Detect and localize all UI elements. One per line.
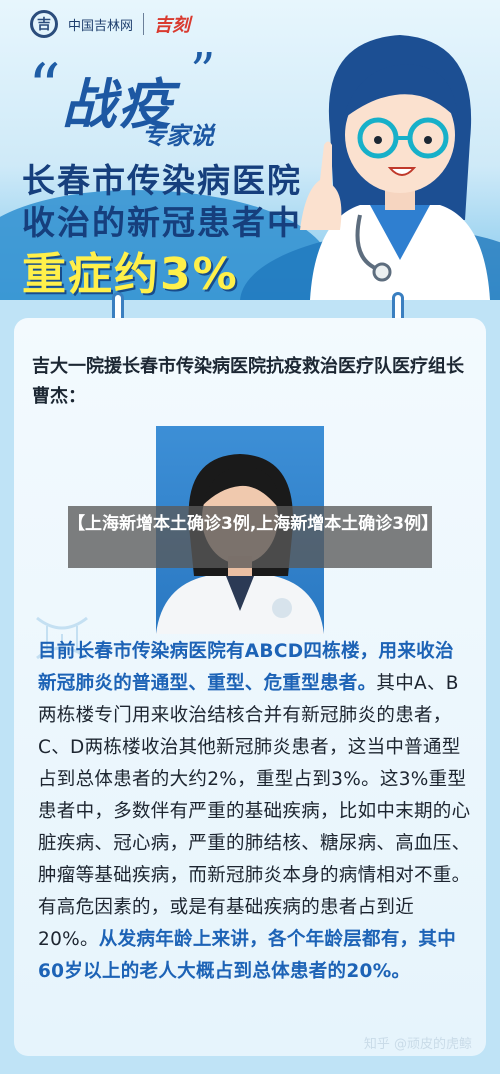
card-title: 吉大一院援长春市传染病医院抗疫救治医疗队医疗组长 曹杰： [32, 356, 482, 407]
quote-close-mark: ” [190, 42, 216, 100]
content-card: 吉大一院援长春市传染病医院抗疫救治医疗队医疗组长 曹杰： 目前长春市传染病医院有… [14, 318, 486, 1056]
zhihu-watermark: 知乎 @顽皮的虎鲸 [363, 1037, 472, 1052]
jilin-net-logo-text: 中国吉林网 [68, 18, 134, 34]
overlay-title-banner: 【上海新增本土确诊3例,上海新增本土确诊3例】 [68, 506, 438, 568]
logo-divider [143, 13, 145, 35]
doctor-illustration-icon [300, 35, 490, 300]
article-normal-text: 其中A、B两栋楼专门用来收治结核合并有新冠肺炎的患者，C、D两栋楼收治其他新冠肺… [38, 673, 471, 950]
headline-line1: 长春市传染病医院 [22, 161, 302, 200]
article-body: 目前长春市传染病医院有ABCD四栋楼，用来收治新冠肺炎的普通型、重型、危重型患者… [38, 636, 472, 988]
logo-row: 吉 中国吉林网 吉刻 [30, 10, 190, 38]
jike-logo: 吉刻 [154, 15, 191, 36]
jilin-net-logo-icon: 吉 [30, 10, 58, 38]
poster-subtitle: 专家说 [142, 122, 214, 150]
article-highlight-2: 从发病年龄上来讲，各个年龄层都有，其中60岁以上的老人大概占到总体患者的20%。 [38, 929, 457, 982]
quote-open-mark: “ [28, 51, 61, 125]
poster-header: 吉 中国吉林网 吉刻 “ 战疫 ” 专家说 长春市传染病医院 收治的新冠患者中 … [0, 0, 500, 300]
headline-line2: 收治的新冠患者中 [22, 203, 302, 242]
headline-line3: 重症约3% [22, 249, 239, 300]
